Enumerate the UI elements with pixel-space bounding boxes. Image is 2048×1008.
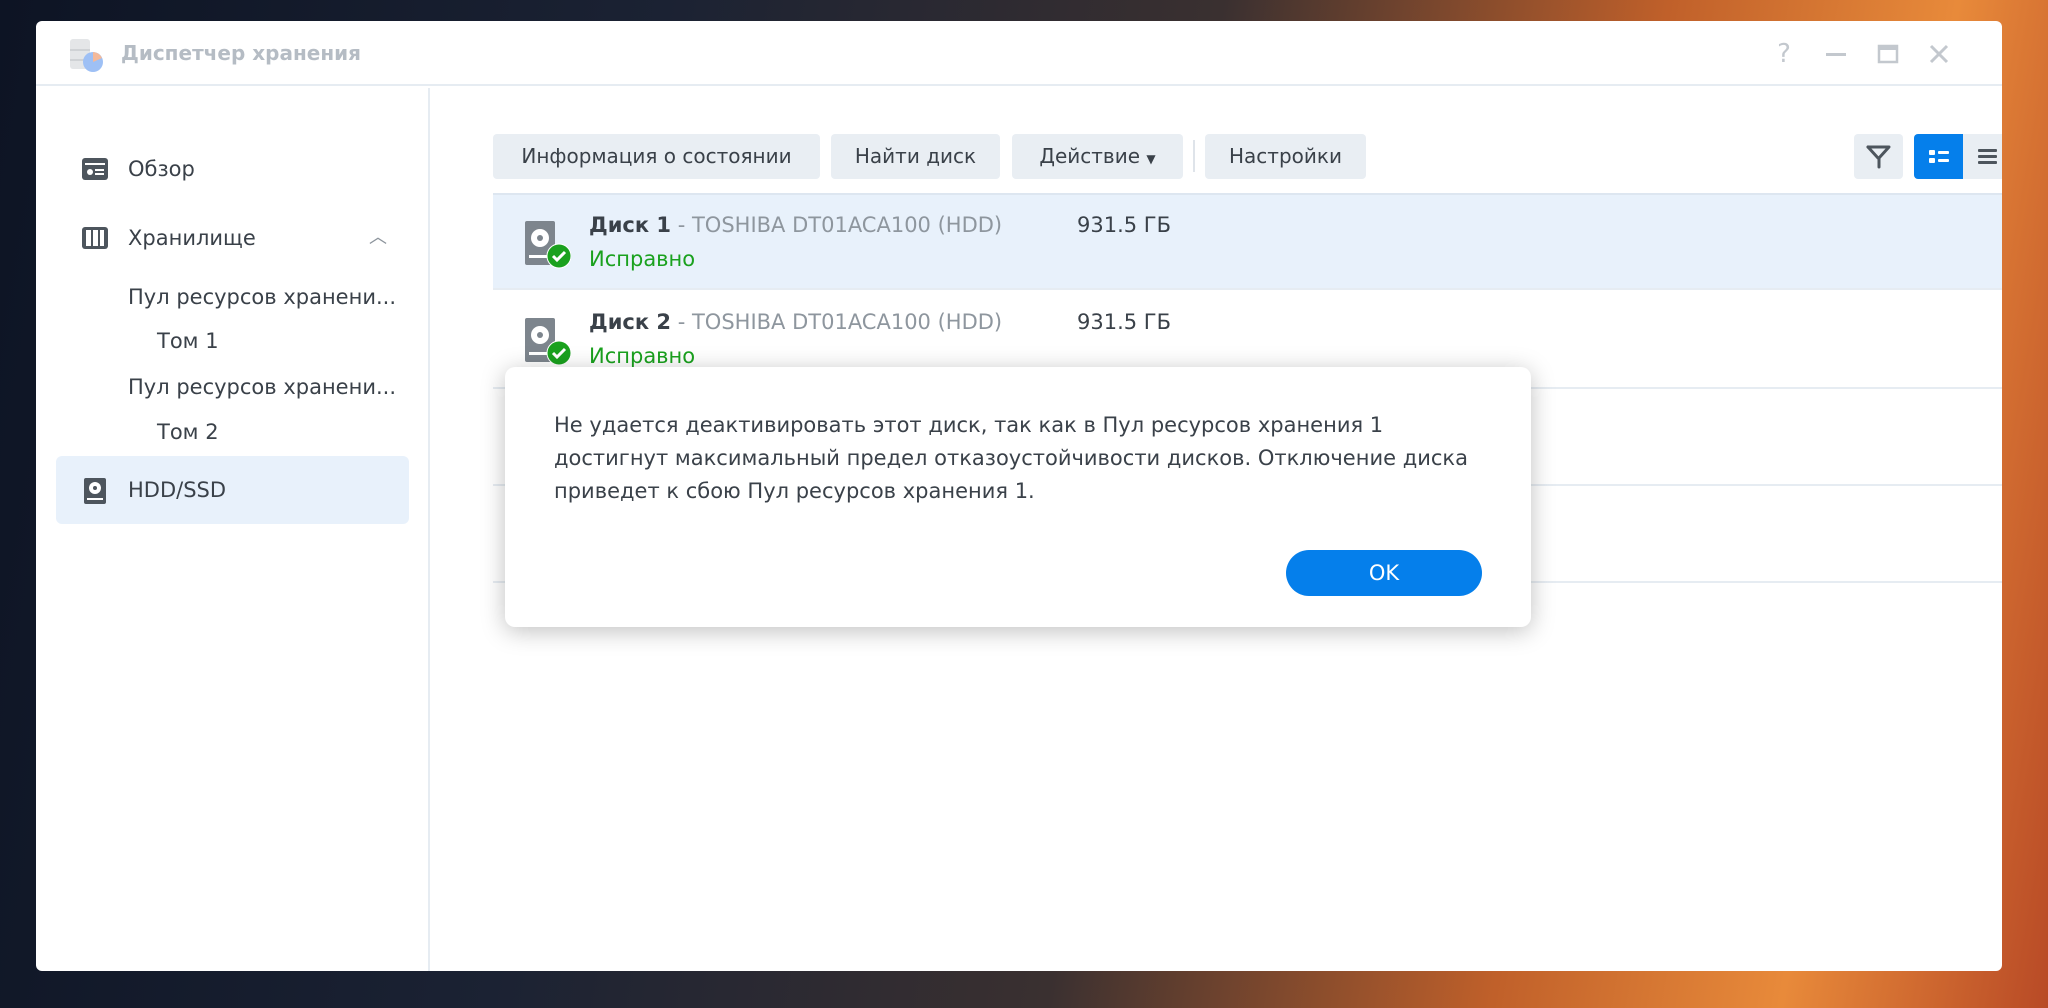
chevron-up-icon[interactable]: ︿ (369, 215, 387, 261)
sidebar: Обзор Хранилище ︿ Пул ресурсов хранени..… (36, 88, 430, 971)
disk-status: Исправно (589, 247, 696, 271)
close-icon[interactable] (1924, 39, 1954, 69)
disk-label: Диск 1 (589, 213, 672, 237)
storage-icon (82, 227, 108, 249)
settings-button[interactable]: Настройки (1205, 134, 1366, 179)
sidebar-item-label: Обзор (128, 157, 195, 181)
maximize-icon[interactable] (1873, 39, 1903, 69)
title-bar: Диспетчер хранения ? (36, 21, 2002, 86)
sidebar-item-storage[interactable]: Хранилище ︿ (56, 215, 409, 261)
action-label: Действие (1039, 144, 1141, 168)
sidebar-item-volume-2[interactable]: Том 2 (56, 409, 409, 455)
dialog-message: Не удается деактивировать этот диск, так… (554, 413, 1468, 503)
sidebar-item-overview[interactable]: Обзор (56, 146, 409, 192)
hdd-healthy-icon (525, 318, 571, 366)
sidebar-item-label: Хранилище (128, 226, 256, 250)
window-title: Диспетчер хранения (121, 41, 361, 65)
detail-view-button[interactable] (1914, 134, 1963, 179)
toolbar-divider (1193, 140, 1195, 172)
minimize-icon[interactable] (1821, 39, 1851, 69)
caret-down-icon: ▼ (1146, 152, 1156, 166)
storage-manager-app-icon (70, 39, 103, 72)
overview-icon (82, 158, 108, 180)
disk-model: - TOSHIBA DT01ACA100 (HDD) (671, 213, 1003, 237)
find-disk-button[interactable]: Найти диск (831, 134, 1000, 179)
hdd-icon (84, 478, 106, 504)
error-dialog: Не удается деактивировать этот диск, так… (505, 367, 1531, 627)
list-icon (1978, 149, 1997, 164)
sidebar-item-storage-pool-1[interactable]: Пул ресурсов хранени... (56, 274, 409, 320)
list-view-button[interactable] (1963, 134, 2002, 179)
disk-name: Диск 2 - TOSHIBA DT01ACA100 (HDD) (589, 310, 1002, 334)
hdd-healthy-icon (525, 221, 571, 269)
ok-button[interactable]: OK (1286, 550, 1482, 596)
disk-size: 931.5 ГБ (1077, 213, 1172, 237)
disk-size: 931.5 ГБ (1077, 310, 1172, 334)
filter-icon (1866, 145, 1891, 169)
sidebar-item-label: HDD/SSD (128, 478, 227, 502)
filter-button[interactable] (1854, 134, 1903, 179)
help-icon[interactable]: ? (1769, 39, 1799, 69)
disk-model: - TOSHIBA DT01ACA100 (HDD) (671, 310, 1003, 334)
sidebar-item-hdd-ssd[interactable]: HDD/SSD (56, 456, 409, 524)
health-info-button[interactable]: Информация о состоянии (493, 134, 820, 179)
disk-row[interactable]: Диск 1 - TOSHIBA DT01ACA100 (HDD) 931.5 … (493, 193, 2002, 290)
sidebar-item-storage-pool-2[interactable]: Пул ресурсов хранени... (56, 364, 409, 410)
detail-list-icon (1929, 150, 1949, 163)
disk-label: Диск 2 (589, 310, 672, 334)
disk-name: Диск 1 - TOSHIBA DT01ACA100 (HDD) (589, 213, 1002, 237)
action-dropdown[interactable]: Действие ▼ (1012, 134, 1183, 179)
sidebar-item-volume-1[interactable]: Том 1 (56, 318, 409, 364)
sidebar-item-label: Том 2 (157, 420, 219, 444)
sidebar-item-label: Пул ресурсов хранени... (128, 285, 396, 309)
disk-status: Исправно (589, 344, 696, 368)
sidebar-item-label: Том 1 (157, 329, 219, 353)
sidebar-item-label: Пул ресурсов хранени... (128, 375, 396, 399)
